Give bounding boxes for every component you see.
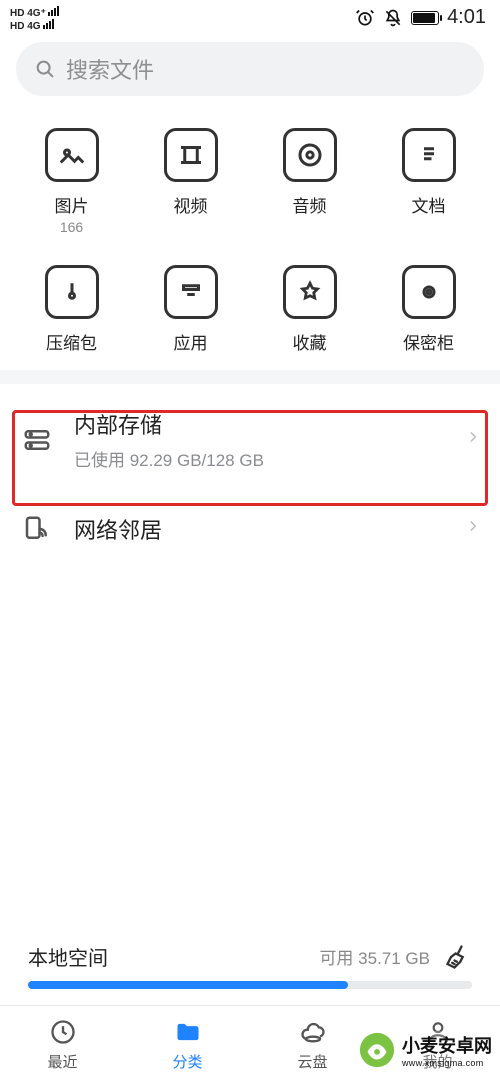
signal-bars-icon (48, 6, 59, 16)
archive-icon (45, 265, 99, 319)
available-space: 可用 35.71 GB (319, 944, 430, 969)
network-indicator: HD 4G⁺ HD 4G (10, 6, 59, 32)
battery-icon (411, 11, 439, 25)
internal-storage-row[interactable]: 内部存储 已使用 92.29 GB/128 GB (0, 384, 500, 495)
status-bar: HD 4G⁺ HD 4G 4:01 (0, 0, 500, 36)
alarm-icon (355, 8, 375, 28)
cloud-icon (298, 1017, 328, 1047)
local-space-label: 本地空间 (28, 942, 108, 971)
search-icon (34, 58, 56, 80)
internal-storage-usage: 已使用 92.29 GB/128 GB (74, 446, 446, 471)
category-safe[interactable]: 保密柜 (369, 265, 488, 354)
chevron-right-icon (466, 426, 480, 454)
nav-recent[interactable]: 最近 (0, 1006, 125, 1083)
status-right: 4:01 (355, 6, 486, 29)
app-icon (164, 265, 218, 319)
category-favorites[interactable]: 收藏 (250, 265, 369, 354)
storage-summary: 本地空间 可用 35.71 GB (0, 942, 500, 1001)
section-divider (0, 370, 500, 384)
audio-icon (283, 128, 337, 182)
category-apps[interactable]: 应用 (131, 265, 250, 354)
folder-icon (174, 1017, 202, 1047)
image-icon (45, 128, 99, 182)
category-images[interactable]: 图片 166 (12, 128, 131, 235)
internal-storage-title: 内部存储 (74, 408, 446, 440)
category-grid: 图片 166 视频 音频 文档 压缩包 应用 收藏 (0, 108, 500, 370)
broom-icon[interactable] (444, 943, 472, 971)
network-neighbor-title: 网络邻居 (74, 513, 446, 545)
category-audio[interactable]: 音频 (250, 128, 369, 235)
category-archives[interactable]: 压缩包 (12, 265, 131, 354)
nav-cloud[interactable]: 云盘 (250, 1006, 375, 1083)
clock-icon (49, 1017, 77, 1047)
signal-bars-icon (43, 19, 54, 29)
search-input[interactable]: 搜索文件 (16, 42, 484, 96)
category-docs[interactable]: 文档 (369, 128, 488, 235)
document-icon (402, 128, 456, 182)
video-icon (164, 128, 218, 182)
search-placeholder: 搜索文件 (66, 53, 154, 85)
chevron-right-icon (466, 515, 480, 543)
category-videos[interactable]: 视频 (131, 128, 250, 235)
network-neighbor-row[interactable]: 网络邻居 (0, 495, 500, 563)
person-icon (425, 1017, 451, 1047)
safe-icon (402, 265, 456, 319)
star-icon (283, 265, 337, 319)
clock-time: 4:01 (447, 6, 486, 29)
nav-category[interactable]: 分类 (125, 1006, 250, 1083)
storage-progress-bar (28, 981, 472, 989)
mute-icon (383, 8, 403, 28)
status-left: HD 4G⁺ HD 4G (10, 6, 59, 32)
network-icon (20, 514, 54, 544)
storage-icon (20, 425, 54, 455)
bottom-nav: 最近 分类 云盘 我的 (0, 1005, 500, 1083)
nav-me[interactable]: 我的 (375, 1006, 500, 1083)
